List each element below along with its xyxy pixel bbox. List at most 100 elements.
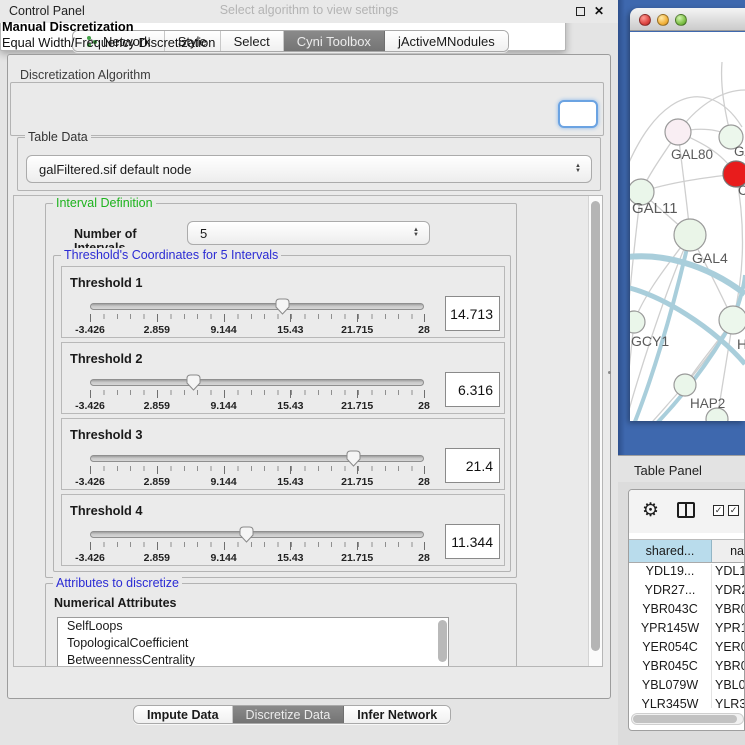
- slider-minor-ticks: [90, 314, 424, 323]
- table-data-combobox[interactable]: galFiltered.sif default node ▲▼: [26, 155, 592, 183]
- network-window-titlebar[interactable]: [630, 8, 745, 31]
- table-row[interactable]: YBL079WYBL07: [629, 678, 745, 697]
- splitter-grip[interactable]: [608, 371, 611, 374]
- threshold-slider[interactable]: -3.4262.8599.14415.4321.71528: [90, 528, 424, 564]
- table-row[interactable]: YBR043CYBR04: [629, 602, 745, 621]
- tick-label: -3.426: [75, 552, 105, 564]
- threshold-slider[interactable]: -3.4262.8599.14415.4321.71528: [90, 452, 424, 488]
- tick-label: 28: [418, 400, 430, 412]
- node-h[interactable]: [719, 306, 745, 334]
- threshold-value-field[interactable]: 6.316: [445, 372, 500, 407]
- attributes-group: Attributes to discretize Numerical Attri…: [45, 583, 517, 667]
- table-header-row: shared... na: [629, 539, 745, 563]
- tick-label: 21.715: [341, 400, 373, 412]
- slider-thumb[interactable]: [239, 526, 254, 543]
- slider-minor-ticks: [90, 390, 424, 399]
- scrollbar-thumb[interactable]: [633, 715, 737, 723]
- network-canvas[interactable]: GAL80 GA C GAL11 GAL4 GCY1 H HAP2: [630, 32, 745, 421]
- major-tick: [357, 390, 358, 398]
- tab-jactivemnodules[interactable]: jActiveMNodules: [385, 31, 508, 51]
- tick-label: 15.43: [277, 324, 303, 336]
- major-tick: [157, 314, 158, 322]
- table-row[interactable]: YER054CYER05: [629, 640, 745, 659]
- settings-vertical-scrollbar[interactable]: [588, 196, 602, 666]
- major-tick: [424, 542, 425, 550]
- node-hap2[interactable]: [674, 374, 696, 396]
- major-tick: [357, 542, 358, 550]
- major-tick: [224, 390, 225, 398]
- dropdown-item-equal-width[interactable]: Equal Width/Frequency Discretization: [2, 35, 215, 50]
- threshold-value-field[interactable]: 11.344: [445, 524, 500, 559]
- node-gal80[interactable]: [665, 119, 691, 145]
- threshold-value-field[interactable]: 14.713: [445, 296, 500, 331]
- threshold-label: Threshold 3: [70, 427, 143, 442]
- tab-cyni-toolbox[interactable]: Cyni Toolbox: [284, 31, 385, 51]
- table-data-value: galFiltered.sif default node: [27, 162, 571, 177]
- slider-track[interactable]: [90, 455, 424, 462]
- slider-track[interactable]: [90, 379, 424, 386]
- tab-infer-network[interactable]: Infer Network: [344, 706, 450, 723]
- slider-track[interactable]: [90, 303, 424, 310]
- table-row[interactable]: YPR145WYPR14: [629, 621, 745, 640]
- major-tick: [357, 466, 358, 474]
- threshold-slider[interactable]: -3.4262.8599.14415.4321.71528: [90, 300, 424, 336]
- table-panel-area: ⚙ ✓ ✓ shared... na YDL19...YDL19 YDR27..…: [618, 482, 745, 745]
- number-of-intervals-value: 5: [188, 226, 409, 241]
- tab-select[interactable]: Select: [221, 31, 284, 51]
- gear-icon[interactable]: ⚙: [642, 499, 659, 522]
- threshold-label: Threshold 2: [70, 351, 143, 366]
- split-columns-icon[interactable]: [677, 502, 695, 518]
- node-gal4[interactable]: [674, 219, 706, 251]
- slider-thumb[interactable]: [275, 298, 290, 315]
- column-header-name[interactable]: na: [712, 540, 745, 562]
- numerical-attributes-list[interactable]: SelfLoops TopologicalCoefficient Between…: [57, 617, 449, 667]
- interval-definition-title: Interval Definition: [53, 196, 156, 210]
- zoom-traffic-light-icon[interactable]: [675, 14, 687, 26]
- network-graph: GAL80 GA C GAL11 GAL4 GCY1 H HAP2: [630, 32, 745, 421]
- table-row[interactable]: YBR045CYBR04: [629, 659, 745, 678]
- major-tick: [290, 466, 291, 474]
- tick-label: 2.859: [144, 324, 170, 336]
- close-traffic-light-icon[interactable]: [639, 14, 651, 26]
- scrollbar-thumb[interactable]: [591, 201, 600, 651]
- table-horizontal-scrollbar[interactable]: [631, 713, 744, 725]
- list-scrollbar-thumb[interactable]: [438, 620, 447, 662]
- table-row[interactable]: YDL19...YDL19: [629, 564, 745, 583]
- slider-track[interactable]: [90, 531, 424, 538]
- list-item[interactable]: BetweennessCentrality: [58, 652, 448, 667]
- minimize-traffic-light-icon[interactable]: [657, 14, 669, 26]
- slider-thumb[interactable]: [186, 374, 201, 391]
- tick-label: 21.715: [341, 324, 373, 336]
- tab-discretize-data[interactable]: Discretize Data: [233, 706, 345, 723]
- list-item[interactable]: SelfLoops: [58, 618, 448, 635]
- table-row[interactable]: YDR27...YDR27: [629, 583, 745, 602]
- checkbox-icon[interactable]: ✓: [728, 505, 739, 516]
- tick-label: -3.426: [75, 476, 105, 488]
- column-header-shared-name[interactable]: shared...: [629, 540, 712, 562]
- checkbox-icon[interactable]: ✓: [713, 505, 724, 516]
- node-label-h: H: [737, 336, 745, 352]
- major-tick: [290, 390, 291, 398]
- major-tick: [224, 466, 225, 474]
- table-row[interactable]: YLR345WYLR34: [629, 697, 745, 708]
- dropdown-item-manual[interactable]: Manual Discretization: [2, 19, 134, 34]
- tick-label: 2.859: [144, 552, 170, 564]
- threshold-value-field[interactable]: 21.4: [445, 448, 500, 483]
- algorithm-combobox-focus-ring[interactable]: [558, 100, 598, 128]
- threshold-panel-2: Threshold 2-3.4262.8599.14415.4321.71528…: [61, 342, 505, 414]
- list-item[interactable]: TopologicalCoefficient: [58, 635, 448, 652]
- threshold-slider[interactable]: -3.4262.8599.14415.4321.71528: [90, 376, 424, 412]
- tick-label: 21.715: [341, 552, 373, 564]
- tick-label: 28: [418, 324, 430, 336]
- major-tick: [90, 390, 91, 398]
- tick-label: 9.144: [210, 324, 236, 336]
- major-tick: [90, 314, 91, 322]
- tick-label: 15.43: [277, 476, 303, 488]
- slider-thumb[interactable]: [346, 450, 361, 467]
- number-of-intervals-combobox[interactable]: 5 ▲▼: [187, 221, 430, 245]
- node-gcy1[interactable]: [630, 311, 645, 333]
- table-data-group: Table Data galFiltered.sif default node …: [17, 137, 601, 191]
- tab-impute-data[interactable]: Impute Data: [134, 706, 233, 723]
- tick-label: 15.43: [277, 400, 303, 412]
- major-tick: [424, 314, 425, 322]
